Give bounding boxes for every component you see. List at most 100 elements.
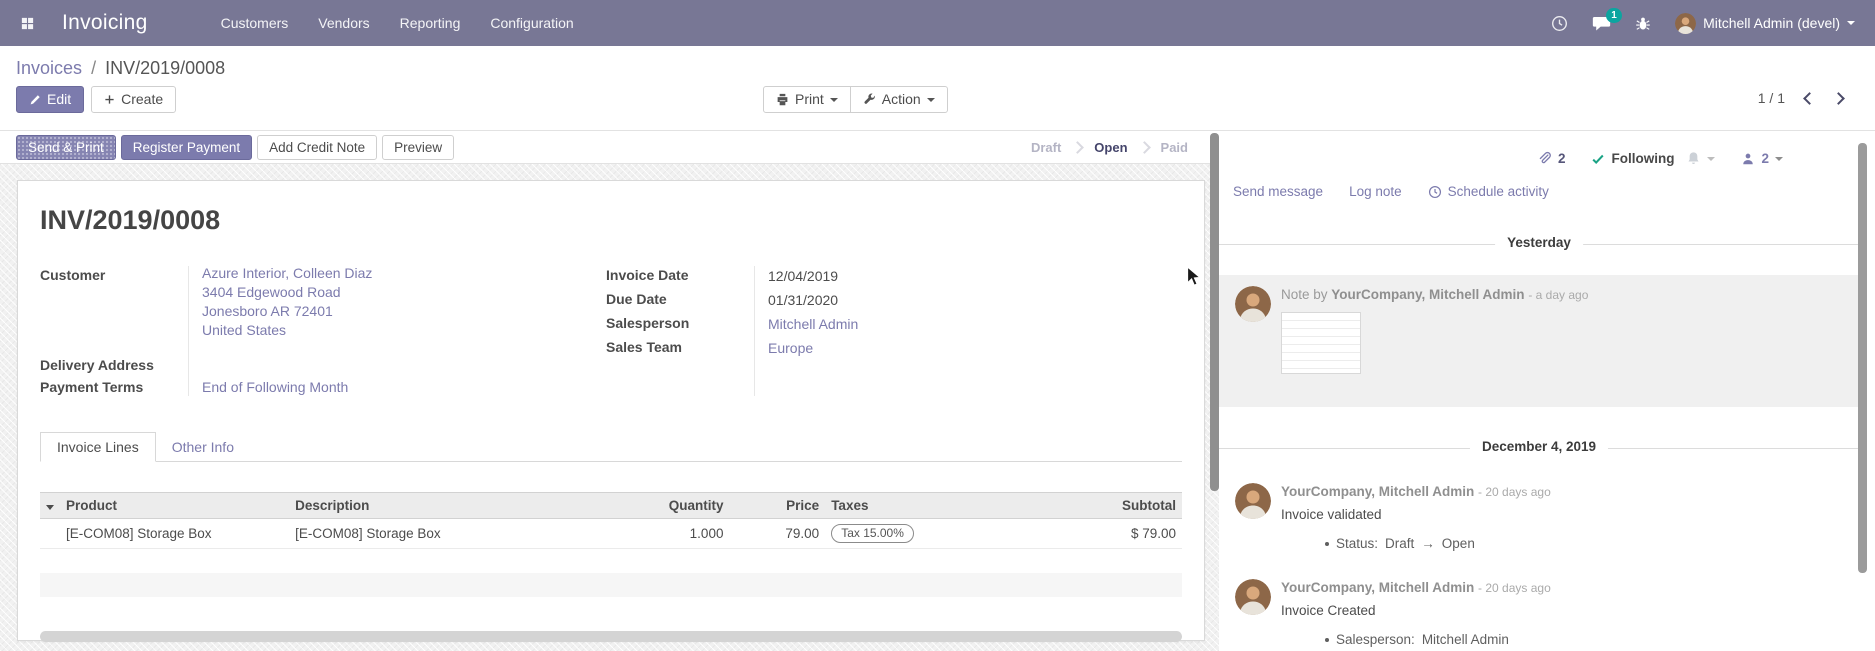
cell-subtotal: $ 79.00 bbox=[1007, 519, 1182, 549]
invoice-date-value: 12/04/2019 bbox=[754, 264, 838, 288]
app-title[interactable]: Invoicing bbox=[62, 11, 148, 35]
preview-button[interactable]: Preview bbox=[382, 135, 454, 160]
main-menu: Customers Vendors Reporting Configuratio… bbox=[206, 7, 589, 39]
chatter-pane: 2 Following 2 bbox=[1219, 131, 1875, 651]
schedule-activity-button[interactable]: Schedule activity bbox=[1428, 184, 1549, 199]
field-group-left: Customer Azure Interior, Colleen Diaz 34… bbox=[40, 264, 606, 398]
check-icon bbox=[1591, 152, 1605, 166]
tab-other-info[interactable]: Other Info bbox=[156, 433, 250, 461]
avatar bbox=[1235, 579, 1271, 615]
breadcrumb-current: INV/2019/0008 bbox=[105, 58, 225, 78]
pager: 1 / 1 bbox=[1758, 90, 1843, 106]
debug-button[interactable] bbox=[1635, 15, 1651, 32]
payment-terms-value[interactable]: End of Following Month bbox=[188, 376, 348, 398]
pager-next-button[interactable] bbox=[1832, 92, 1845, 105]
menu-reporting[interactable]: Reporting bbox=[385, 7, 476, 39]
sales-team-value[interactable]: Europe bbox=[754, 336, 813, 360]
activities-button[interactable] bbox=[1551, 15, 1568, 32]
messages-button[interactable]: 1 bbox=[1592, 15, 1611, 32]
message-body: Invoice validated bbox=[1281, 505, 1551, 524]
sort-caret-icon bbox=[46, 505, 54, 510]
due-date-value: 01/31/2020 bbox=[754, 288, 838, 312]
chevron-down-icon bbox=[927, 98, 935, 102]
bug-icon bbox=[1635, 15, 1651, 32]
attachment-thumbnail[interactable] bbox=[1281, 312, 1361, 374]
breadcrumb-invoices-link[interactable]: Invoices bbox=[16, 58, 82, 78]
breadcrumb: Invoices / INV/2019/0008 bbox=[16, 46, 1859, 79]
chatter-note-message: Note by YourCompany, Mitchell Admin - a … bbox=[1219, 275, 1861, 407]
create-button[interactable]: Create bbox=[91, 86, 176, 113]
user-menu-button[interactable]: Mitchell Admin (devel) bbox=[1675, 13, 1855, 34]
menu-customers[interactable]: Customers bbox=[206, 7, 304, 39]
action-button[interactable]: Action bbox=[850, 86, 948, 113]
salesperson-label: Salesperson bbox=[606, 312, 754, 334]
chevron-down-icon bbox=[830, 98, 838, 102]
table-header-row: Product Description Quantity Price Taxes… bbox=[40, 493, 1182, 519]
user-avatar bbox=[1675, 13, 1696, 34]
apps-menu-button[interactable] bbox=[14, 10, 40, 36]
column-description[interactable]: Description bbox=[289, 493, 618, 519]
apps-grid-icon bbox=[20, 16, 35, 31]
followers-button[interactable]: 2 bbox=[1741, 151, 1783, 166]
message-author[interactable]: YourCompany, Mitchell Admin bbox=[1331, 287, 1524, 302]
status-paid[interactable]: Paid bbox=[1152, 140, 1197, 155]
tracking-value: Salesperson: Mitchell Admin bbox=[1325, 631, 1551, 649]
pager-previous-button[interactable] bbox=[1803, 92, 1816, 105]
edit-button[interactable]: Edit bbox=[16, 86, 84, 113]
field-separator-line bbox=[754, 266, 755, 396]
cell-quantity: 1.000 bbox=[618, 519, 730, 549]
date-divider-dec4: December 4, 2019 bbox=[1219, 439, 1859, 457]
message-author[interactable]: YourCompany, Mitchell Admin bbox=[1281, 484, 1474, 499]
menu-configuration[interactable]: Configuration bbox=[475, 7, 588, 39]
horizontal-scrollbar[interactable] bbox=[40, 631, 1182, 642]
menu-vendors[interactable]: Vendors bbox=[303, 7, 384, 39]
delivery-address-label: Delivery Address bbox=[40, 354, 188, 376]
invoice-date-label: Invoice Date bbox=[606, 264, 754, 286]
send-and-print-button[interactable]: Send & Print bbox=[16, 135, 116, 160]
cell-description: [E-COM08] Storage Box bbox=[289, 519, 618, 549]
following-button[interactable]: Following bbox=[1591, 151, 1674, 166]
chevron-down-icon bbox=[1775, 157, 1783, 161]
followers-count: 2 bbox=[1761, 151, 1769, 166]
group-caret-header[interactable] bbox=[40, 493, 60, 519]
add-credit-note-button[interactable]: Add Credit Note bbox=[257, 135, 377, 160]
print-button[interactable]: Print bbox=[763, 86, 851, 113]
customer-name-link[interactable]: Azure Interior, Colleen Diaz bbox=[202, 264, 372, 283]
status-open[interactable]: Open bbox=[1085, 140, 1136, 155]
form-vertical-scrollbar[interactable] bbox=[1210, 133, 1219, 491]
column-taxes[interactable]: Taxes bbox=[825, 493, 1006, 519]
field-separator-line bbox=[188, 266, 189, 396]
following-label: Following bbox=[1611, 151, 1674, 166]
statusbar: Send & Print Register Payment Add Credit… bbox=[0, 131, 1219, 164]
pager-value: 1 / 1 bbox=[1758, 90, 1785, 106]
table-row[interactable]: [E-COM08] Storage Box [E-COM08] Storage … bbox=[40, 519, 1182, 549]
note-prefix: Note by bbox=[1281, 287, 1328, 302]
arrow-right-icon: → bbox=[1421, 535, 1435, 553]
bullet-icon bbox=[1325, 638, 1329, 642]
attachments-button[interactable]: 2 bbox=[1537, 151, 1566, 166]
payment-terms-label: Payment Terms bbox=[40, 376, 188, 398]
message-time: - 20 days ago bbox=[1478, 581, 1551, 595]
column-price[interactable]: Price bbox=[729, 493, 825, 519]
control-panel: Invoices / INV/2019/0008 Edit Create Pri… bbox=[0, 46, 1875, 131]
send-message-button[interactable]: Send message bbox=[1233, 184, 1323, 199]
status-arrow-icon bbox=[1071, 141, 1084, 154]
chatter-vertical-scrollbar[interactable] bbox=[1858, 143, 1867, 573]
chevron-down-icon bbox=[1847, 21, 1855, 25]
column-quantity[interactable]: Quantity bbox=[618, 493, 730, 519]
subscription-button[interactable] bbox=[1686, 151, 1715, 166]
empty-row bbox=[40, 573, 1182, 597]
column-subtotal[interactable]: Subtotal bbox=[1007, 493, 1182, 519]
print-action-group: Print Action bbox=[763, 86, 948, 113]
message-author[interactable]: YourCompany, Mitchell Admin bbox=[1281, 580, 1474, 595]
empty-row bbox=[40, 597, 1182, 623]
status-draft[interactable]: Draft bbox=[1022, 140, 1070, 155]
invoice-lines-table: Product Description Quantity Price Taxes… bbox=[40, 492, 1182, 549]
avatar bbox=[1235, 483, 1271, 519]
column-product[interactable]: Product bbox=[60, 493, 289, 519]
register-payment-button[interactable]: Register Payment bbox=[121, 135, 252, 160]
customer-street: 3404 Edgewood Road bbox=[202, 283, 372, 302]
salesperson-value[interactable]: Mitchell Admin bbox=[754, 312, 858, 336]
log-note-button[interactable]: Log note bbox=[1349, 184, 1402, 199]
tab-invoice-lines[interactable]: Invoice Lines bbox=[40, 432, 156, 462]
